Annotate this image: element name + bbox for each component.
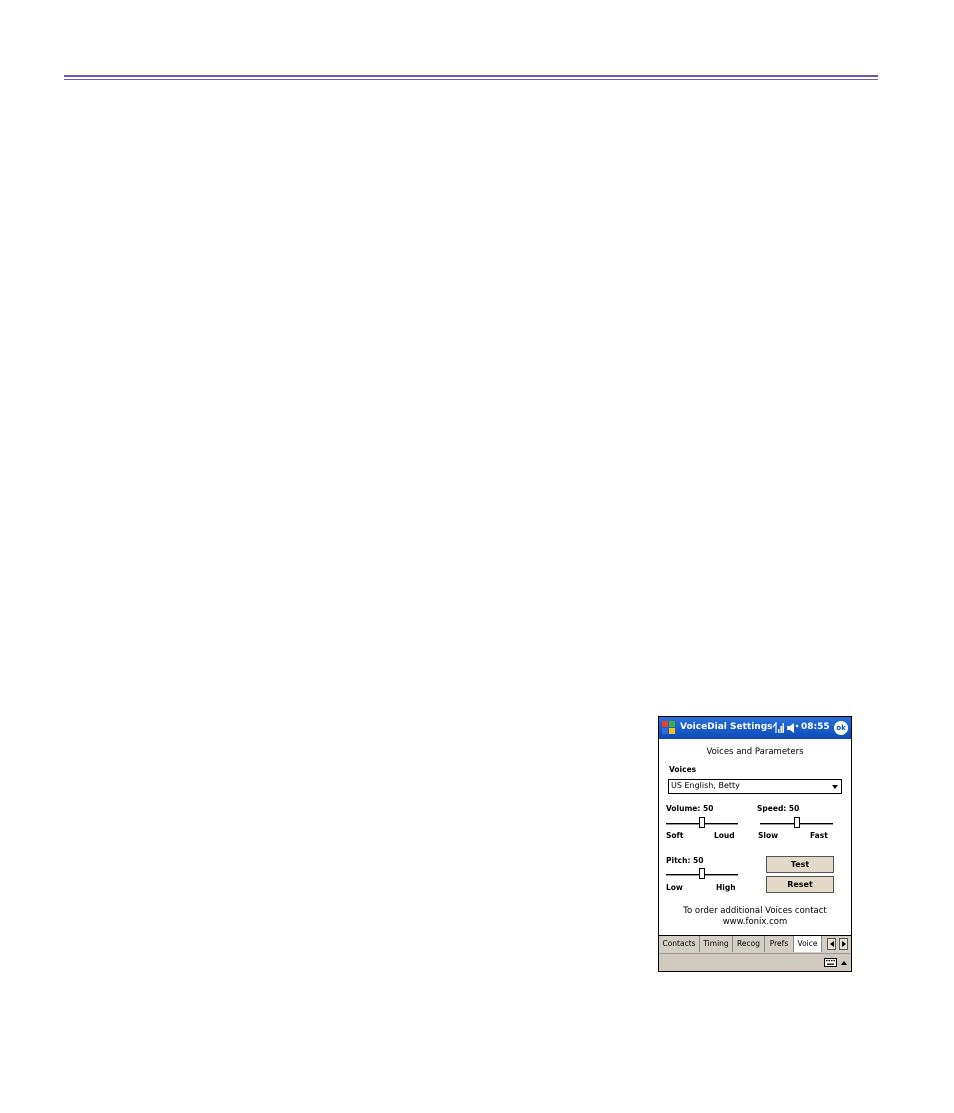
tab-prefs[interactable]: Prefs bbox=[765, 936, 794, 952]
tab-timing[interactable]: Timing bbox=[700, 936, 733, 952]
voices-dropdown[interactable]: US English, Betty bbox=[668, 779, 842, 794]
tab-scroll-left-button[interactable] bbox=[827, 938, 836, 950]
pitch-min-label: Low bbox=[666, 883, 683, 892]
speed-slider-thumb[interactable] bbox=[793, 817, 800, 828]
tab-voice[interactable]: Voice bbox=[794, 936, 822, 952]
pitch-max-label: High bbox=[716, 883, 736, 892]
reset-button[interactable]: Reset bbox=[766, 876, 834, 893]
header-rule-thin bbox=[64, 79, 878, 80]
page-title: Voices and Parameters bbox=[706, 747, 804, 757]
volume-label: Volume: 50 bbox=[666, 804, 714, 813]
fonix-website-link[interactable]: www.fonix.com bbox=[659, 917, 851, 928]
ok-button[interactable]: ok bbox=[834, 721, 848, 735]
voices-label: Voices bbox=[669, 765, 697, 774]
windows-start-icon[interactable] bbox=[661, 720, 677, 736]
voices-selected-value: US English, Betty bbox=[671, 781, 740, 790]
pitch-slider-thumb[interactable] bbox=[699, 868, 705, 879]
connectivity-icon[interactable] bbox=[772, 722, 784, 734]
speed-label: Speed: 50 bbox=[757, 804, 800, 813]
tab-contacts[interactable]: Contacts bbox=[659, 936, 700, 952]
input-menu-up-icon[interactable] bbox=[841, 961, 847, 965]
volume-min-label: Soft bbox=[666, 831, 684, 840]
speed-max-label: Fast bbox=[810, 831, 828, 840]
volume-max-label: Loud bbox=[714, 831, 735, 840]
test-button[interactable]: Test bbox=[766, 856, 834, 873]
title-bar: VoiceDial Settings 08:55 ok bbox=[659, 717, 851, 739]
tab-scroll-right-button[interactable] bbox=[839, 938, 848, 950]
volume-slider-thumb[interactable] bbox=[699, 817, 705, 828]
speaker-icon[interactable] bbox=[786, 722, 799, 734]
app-title: VoiceDial Settings bbox=[680, 722, 773, 732]
keyboard-icon[interactable] bbox=[824, 958, 837, 967]
arrow-left-icon bbox=[830, 941, 834, 947]
pitch-label: Pitch: 50 bbox=[666, 856, 704, 865]
order-voices-note: To order additional Voices contact www.f… bbox=[659, 906, 851, 928]
pda-screenshot: VoiceDial Settings 08:55 ok Voices and P… bbox=[658, 716, 852, 972]
clock-time[interactable]: 08:55 bbox=[801, 722, 830, 732]
tab-recog[interactable]: Recog bbox=[733, 936, 765, 952]
header-rule bbox=[64, 75, 878, 77]
speed-min-label: Slow bbox=[758, 831, 779, 840]
arrow-right-icon bbox=[842, 941, 846, 947]
tab-bar: Contacts Timing Recog Prefs Voice bbox=[659, 935, 851, 953]
chevron-down-icon[interactable] bbox=[832, 785, 838, 789]
command-bar bbox=[659, 953, 851, 971]
order-voices-text: To order additional Voices contact bbox=[683, 906, 827, 916]
